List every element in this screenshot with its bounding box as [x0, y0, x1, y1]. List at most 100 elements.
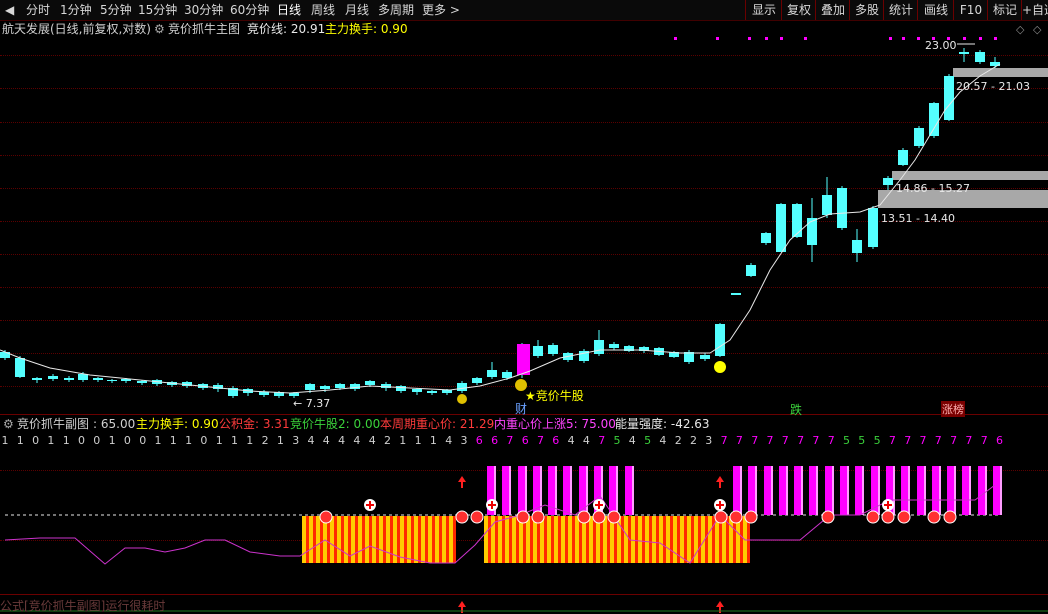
- digit-value: 5: [843, 434, 850, 447]
- center-price: 本周期重心价: 21.29: [380, 417, 495, 431]
- candle-body-down: [533, 346, 543, 356]
- volume-stripe: [705, 516, 708, 563]
- candle-body-down: [776, 204, 786, 252]
- energy-bar-hl: [832, 466, 834, 515]
- signal-ball: [607, 510, 621, 524]
- energy-bar-hl: [801, 466, 803, 515]
- digit-value: 6: [521, 434, 529, 447]
- energy-bar: [625, 466, 632, 515]
- candle-body-down: [78, 374, 88, 380]
- energy-bar-hl: [771, 466, 773, 515]
- sub-indicator-value: : 65.00: [93, 417, 136, 431]
- candle-body-down: [48, 376, 58, 379]
- candle-body-down: [365, 381, 375, 385]
- volume-stripe: [607, 516, 610, 563]
- zone-label-1: 20.57 - 21.03: [956, 80, 1030, 93]
- volume-stripe: [337, 516, 341, 563]
- volume-stripe: [551, 516, 554, 563]
- volume-stripe: [404, 516, 407, 563]
- digit-value: 1: [154, 434, 162, 447]
- energy-bar: [733, 466, 740, 515]
- digit-value: 0: [93, 434, 101, 447]
- energy-bar-hl: [509, 466, 511, 515]
- digit-value: 7: [980, 434, 988, 447]
- candle-body-down: [731, 293, 741, 295]
- energy-bar-hl: [985, 466, 987, 515]
- main-chart-canvas[interactable]: [0, 0, 1048, 614]
- digit-value: 7: [537, 434, 544, 447]
- volume-stripe: [449, 516, 453, 563]
- volume-stripe: [495, 516, 498, 563]
- signal-ball: [455, 510, 469, 524]
- candle-body-down: [487, 370, 497, 377]
- volume-stripe: [509, 516, 512, 563]
- digit-value: 7: [751, 434, 759, 447]
- candle-body-down: [594, 340, 604, 354]
- candle-body-down: [548, 345, 558, 354]
- volume-stripe: [624, 516, 628, 563]
- energy-bar: [518, 466, 525, 515]
- candle-body-down: [320, 386, 330, 389]
- energy-bar: [840, 466, 847, 515]
- volume-stripe: [544, 516, 547, 563]
- volume-stripe: [330, 516, 334, 563]
- volume-stripe: [659, 516, 663, 563]
- volume-stripe: [453, 516, 456, 563]
- energy-strength: 能量强度: -42.63: [615, 417, 710, 431]
- energy-bar: [563, 466, 570, 515]
- volume-stripe: [656, 516, 659, 563]
- digit-value: 4: [307, 434, 315, 447]
- energy-bar: [609, 466, 616, 515]
- volume-stripe: [638, 516, 642, 563]
- digit-value: 6: [996, 434, 1003, 447]
- digit-value: 4: [445, 434, 453, 447]
- candle-body-down: [761, 233, 771, 243]
- signal-ball: [729, 510, 743, 524]
- volume-stripe: [680, 516, 684, 563]
- signal-dot: [674, 37, 677, 40]
- digit-value: 7: [950, 434, 958, 447]
- digit-value: 4: [322, 434, 330, 447]
- volume-stripe: [418, 516, 421, 563]
- zhangbang-marker[interactable]: 涨榜: [941, 401, 965, 417]
- up-arrow-icon: [716, 476, 724, 482]
- candle-body-down: [32, 378, 42, 380]
- volume-stripe: [631, 516, 635, 563]
- signal-ball: [577, 510, 591, 524]
- volume-stripe: [652, 516, 656, 563]
- candle-body-down: [944, 76, 954, 120]
- digit-value: 6: [475, 434, 483, 447]
- candle-body-down: [502, 372, 512, 378]
- digit-value: 0: [32, 434, 40, 447]
- candle-body-down: [852, 240, 862, 253]
- volume-stripe: [355, 516, 358, 563]
- energy-bar: [917, 466, 924, 515]
- energy-bar-hl: [939, 466, 941, 515]
- volume-stripe: [442, 516, 446, 563]
- signal-ball: [592, 510, 606, 524]
- candle-body-down: [442, 390, 452, 393]
- volume-stripe: [316, 516, 320, 563]
- energy-bar: [947, 466, 954, 515]
- digit-value: 1: [1, 434, 9, 447]
- zone-label-2: 14.86 - 15.27: [896, 182, 970, 195]
- digit-value: 0: [200, 434, 208, 447]
- digit-value: 2: [261, 434, 269, 447]
- cai-marker[interactable]: 财: [515, 400, 527, 417]
- digit-value: 7: [919, 434, 927, 447]
- die-marker[interactable]: 跌: [790, 401, 802, 418]
- digit-value: 6: [491, 434, 499, 447]
- energy-bar-hl: [862, 466, 864, 515]
- sub-indicator-name[interactable]: 竞价抓牛副图: [17, 416, 89, 432]
- volume-stripe: [502, 516, 505, 563]
- digit-value: 7: [904, 434, 912, 447]
- volume-stripe: [376, 516, 379, 563]
- digit-value: 1: [215, 434, 223, 447]
- volume-stripe: [351, 516, 355, 563]
- candle-body-down: [64, 378, 74, 380]
- digit-value: 1: [276, 434, 284, 447]
- energy-bar-hl: [616, 466, 618, 515]
- volume-stripe: [372, 516, 376, 563]
- sub-indicator-gear-icon[interactable]: ⚙: [3, 416, 14, 432]
- energy-bar: [855, 466, 862, 515]
